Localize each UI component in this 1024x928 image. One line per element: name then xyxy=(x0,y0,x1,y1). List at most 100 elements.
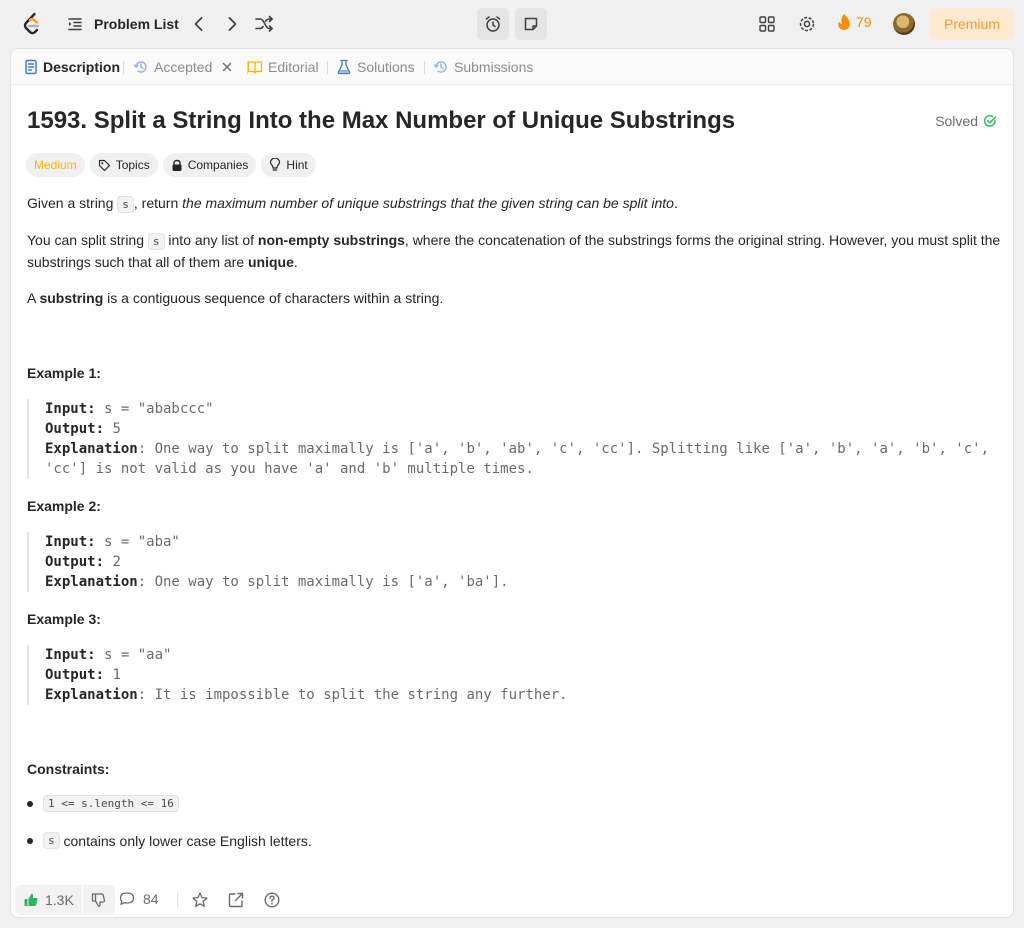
tab-editorial[interactable]: Editorial xyxy=(247,49,319,85)
notes-button[interactable] xyxy=(515,8,547,40)
tab-label: Solutions xyxy=(357,59,415,75)
hint-tag[interactable]: Hint xyxy=(261,153,316,177)
bullet-dot xyxy=(27,800,33,807)
input-value: s = "aba" xyxy=(95,534,180,550)
text: You can split string xyxy=(27,232,148,248)
next-problem-icon[interactable] xyxy=(222,14,242,34)
output-value: 2 xyxy=(104,554,121,570)
book-icon xyxy=(247,59,263,75)
close-icon[interactable] xyxy=(221,61,233,73)
problem-panel: Description Accepted Editorial Solutions… xyxy=(10,48,1014,918)
tab-submissions[interactable]: Submissions xyxy=(433,49,533,85)
shuffle-icon[interactable] xyxy=(253,13,275,35)
thumbs-up-icon xyxy=(23,892,39,908)
fire-icon xyxy=(836,13,852,31)
description-paragraph: Given a string s, return the maximum num… xyxy=(27,193,1005,215)
layout-grid-icon[interactable] xyxy=(757,14,777,34)
difficulty-badge: Medium xyxy=(26,153,85,177)
avatar[interactable] xyxy=(893,13,915,35)
companies-label: Companies xyxy=(187,158,249,172)
share-icon[interactable] xyxy=(227,891,245,909)
tab-bar: Description Accepted Editorial Solutions… xyxy=(11,49,1013,85)
output-label: Output: xyxy=(45,421,105,437)
premium-button[interactable]: Premium xyxy=(930,8,1014,40)
like-button[interactable]: 1.3K xyxy=(15,892,82,908)
note-icon xyxy=(523,16,539,32)
previous-problem-icon[interactable] xyxy=(189,14,209,34)
solved-status: Solved xyxy=(935,113,997,129)
gear-icon[interactable] xyxy=(797,14,817,34)
text: A xyxy=(27,290,40,306)
topics-tag[interactable]: Topics xyxy=(89,153,158,177)
example-block: Input: s = "aba" Output: 2 Explanation: … xyxy=(27,532,999,592)
lock-icon xyxy=(171,159,183,172)
inline-code: s xyxy=(117,196,134,213)
explanation-text: : One way to split maximally is ['a', 'b… xyxy=(137,574,509,590)
topics-label: Topics xyxy=(115,158,150,172)
text: is a contiguous sequence of characters w… xyxy=(103,290,444,306)
input-label: Input: xyxy=(45,647,96,663)
like-count: 1.3K xyxy=(45,892,74,908)
explanation-label: Explanation xyxy=(45,441,138,457)
comments-button[interactable]: 84 xyxy=(119,891,159,907)
problem-list-button[interactable]: Problem List xyxy=(94,16,179,32)
hint-label: Hint xyxy=(286,158,308,172)
tab-label: Accepted xyxy=(154,59,213,75)
input-label: Input: xyxy=(45,401,96,417)
example-block: Input: s = "aa" Output: 1 Explanation: I… xyxy=(27,645,999,705)
tab-description[interactable]: Description xyxy=(24,49,120,85)
emphasis-text: the maximum number of unique substrings … xyxy=(182,195,674,211)
alarm-clock-icon xyxy=(484,15,502,33)
output-label: Output: xyxy=(45,554,105,570)
thumbs-down-icon xyxy=(91,892,107,908)
constraints-title: Constraints: xyxy=(27,761,110,777)
output-value: 5 xyxy=(104,421,121,437)
lightbulb-icon xyxy=(269,158,281,172)
explanation-label: Explanation xyxy=(45,687,138,703)
text: Given a string xyxy=(27,195,118,211)
tab-label: Description xyxy=(43,59,121,75)
tag-icon xyxy=(98,159,111,172)
tag-row: Medium Topics Companies Hint xyxy=(26,153,316,177)
footer-divider xyxy=(177,892,178,908)
history-icon xyxy=(133,59,149,75)
problem-list-icon[interactable] xyxy=(67,16,83,32)
bold-text: unique xyxy=(248,254,294,270)
text: . xyxy=(673,195,678,211)
description-paragraph: You can split string s into any list of … xyxy=(27,230,1005,273)
tab-divider xyxy=(327,61,328,74)
explanation-text: : One way to split maximally is ['a', 'b… xyxy=(45,441,998,477)
tab-label: Submissions xyxy=(454,59,534,75)
bold-text: non-empty substrings xyxy=(257,232,405,248)
output-label: Output: xyxy=(45,667,105,683)
streak-counter[interactable]: 79 xyxy=(836,13,872,31)
tab-label: Editorial xyxy=(268,59,319,75)
timer-button[interactable] xyxy=(477,8,509,40)
leetcode-logo-icon[interactable] xyxy=(21,12,43,36)
companies-tag[interactable]: Companies xyxy=(162,153,257,177)
vote-group: 1.3K xyxy=(15,885,115,915)
bullet-dot xyxy=(27,837,33,844)
output-value: 1 xyxy=(104,667,121,683)
comment-count: 84 xyxy=(143,891,159,907)
help-icon[interactable] xyxy=(263,891,281,909)
input-value: s = "ababccc" xyxy=(95,401,214,417)
bold-text: substring xyxy=(39,290,104,306)
problem-title[interactable]: 1593. Split a String Into the Max Number… xyxy=(27,107,735,135)
streak-count: 79 xyxy=(856,14,872,30)
text: into any list of xyxy=(164,232,258,248)
dislike-button[interactable] xyxy=(83,892,115,908)
example-title: Example 3: xyxy=(27,611,101,627)
tab-solutions[interactable]: Solutions xyxy=(336,49,415,85)
document-icon xyxy=(24,59,38,75)
constraint-item: s contains only lower case English lette… xyxy=(27,832,312,849)
constraint-text: contains only lower case English letters… xyxy=(59,832,312,849)
explanation-text: : It is impossible to split the string a… xyxy=(137,687,568,703)
comment-icon xyxy=(119,891,135,907)
description-paragraph: A substring is a contiguous sequence of … xyxy=(27,288,1005,309)
tab-accepted[interactable]: Accepted xyxy=(133,49,233,85)
footer-bar: 1.3K 84 xyxy=(11,881,1013,917)
star-icon[interactable] xyxy=(191,891,209,909)
inline-code: s xyxy=(43,832,60,849)
history-icon xyxy=(433,59,449,75)
